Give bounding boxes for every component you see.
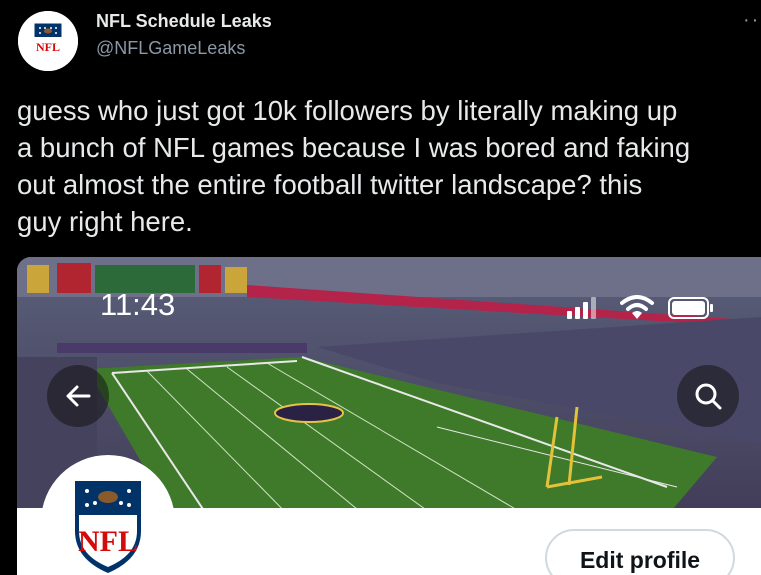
- search-icon: [695, 383, 722, 410]
- profile-avatar[interactable]: NFL: [45, 459, 171, 575]
- attached-screenshot[interactable]: 11:43 NFL Edit profile: [17, 257, 761, 575]
- status-time: 11:43: [100, 287, 176, 322]
- cell-signal-icon: [567, 297, 596, 319]
- tweet-text: guess who just got 10k followers by lite…: [17, 95, 691, 237]
- nfl-shield-icon: NFL: [45, 459, 171, 575]
- edit-profile-button[interactable]: Edit profile: [545, 529, 735, 575]
- avatar[interactable]: NFL: [18, 11, 78, 71]
- more-dots-icon[interactable]: ··: [743, 10, 761, 30]
- back-button[interactable]: [47, 365, 109, 427]
- user-handle[interactable]: @NFLGameLeaks: [96, 38, 245, 59]
- avatar-logo-text: NFL: [36, 40, 60, 54]
- nfl-shield-icon: NFL: [18, 11, 78, 71]
- profile-logo-text: NFL: [78, 525, 138, 558]
- search-button[interactable]: [677, 365, 739, 427]
- tweet: NFL NFL Schedule Leaks @NFLGameLeaks ·· …: [0, 0, 761, 575]
- wifi-icon: [620, 295, 654, 319]
- display-name[interactable]: NFL Schedule Leaks: [96, 11, 272, 32]
- battery-icon: [668, 297, 713, 319]
- back-arrow-icon: [66, 385, 91, 407]
